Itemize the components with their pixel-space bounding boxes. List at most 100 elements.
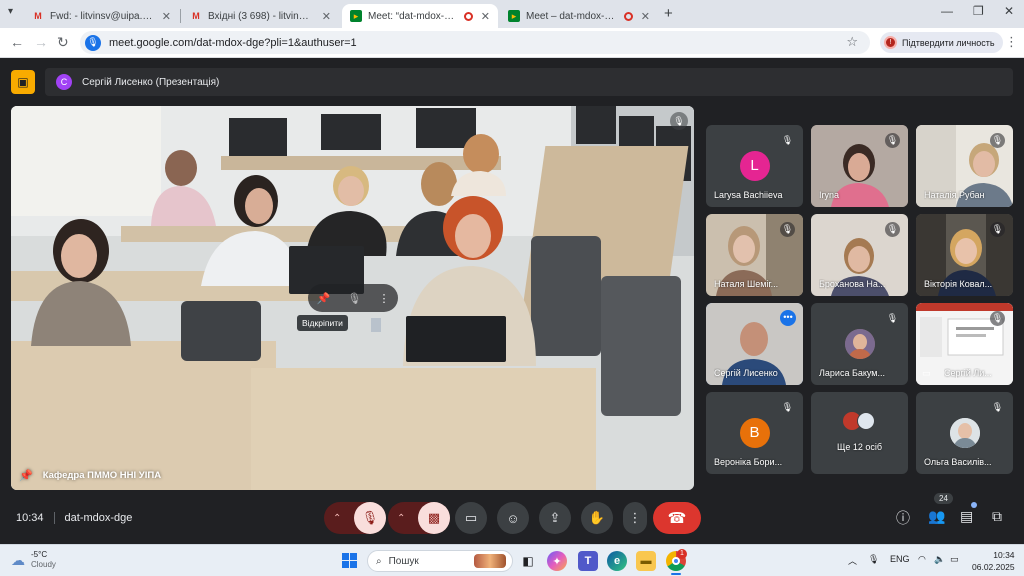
tray-overflow-icon[interactable]: ︿ — [848, 554, 857, 567]
taskbar-clock[interactable]: 10:34 06.02.2025 — [972, 549, 1015, 573]
participant-photo-avatar — [949, 418, 980, 448]
mic-off-icon: 🎙 — [781, 135, 794, 145]
participant-tile[interactable]: 🎙 Iryna — [811, 125, 908, 207]
participant-name: Iryna — [819, 190, 840, 200]
mic-off-button[interactable]: 🎙 — [354, 502, 386, 534]
participant-tile[interactable]: 🎙 Вікторія Ковал... — [916, 214, 1013, 296]
participant-name: Вероніка Бори... — [714, 457, 783, 467]
meeting-time: 10:34 — [16, 512, 44, 524]
presentation-icon[interactable]: ▣ — [11, 70, 35, 94]
back-icon[interactable]: ← — [10, 34, 24, 50]
participant-tile[interactable]: 🎙 Наталія Рубан — [916, 125, 1013, 207]
unpin-icon[interactable]: 📌 — [317, 292, 331, 305]
main-video[interactable]: 🎙 📌 🎙 ⋮ Відкріпити 📌 Кафедра ПММО ННІ УІ… — [11, 106, 694, 490]
mic-off-icon: 🎙 — [885, 222, 900, 237]
tab-title: Meet – dat-mdox-dge — [526, 10, 618, 22]
gmail-icon: M — [34, 11, 42, 21]
close-icon[interactable]: ✕ — [322, 10, 331, 23]
mic-off-icon: 🎙 — [886, 313, 899, 323]
meet-icon: ▸ — [350, 10, 362, 22]
raise-hand-button[interactable]: ✋ — [581, 502, 613, 534]
new-tab-icon[interactable]: + — [664, 5, 673, 22]
edge-icon[interactable]: e — [607, 551, 627, 571]
reload-icon[interactable]: ↻ — [57, 34, 69, 51]
pin-icon: 📌 — [19, 470, 33, 482]
weather-widget[interactable]: ☁ -5°C Cloudy — [11, 550, 56, 570]
presenter-bar: С Сергій Лисенко (Презентація) — [45, 68, 1013, 96]
participant-name: Сергій Ли... — [944, 368, 992, 378]
search-highlight-image — [474, 554, 506, 568]
search-label: Пошук — [388, 555, 419, 567]
mute-icon[interactable]: 🎙 — [347, 292, 361, 305]
close-icon[interactable]: ✕ — [641, 10, 650, 23]
windows-start-icon[interactable] — [342, 553, 357, 568]
meet-icon: ▸ — [508, 10, 520, 22]
more-participants-tile[interactable]: Ще 12 осіб — [811, 392, 908, 474]
close-window-icon[interactable]: ✕ — [1004, 4, 1014, 18]
site-info-icon[interactable]: 🎙 — [85, 34, 101, 51]
tab-meet-active[interactable]: ▸ Meet: “dat-mdox-dge” ✕ — [342, 4, 498, 28]
presenter-avatar: С — [56, 74, 72, 90]
file-explorer-icon[interactable]: ▬ — [636, 551, 656, 571]
clock-time: 10:34 — [993, 550, 1015, 560]
close-icon[interactable]: ✕ — [481, 10, 490, 23]
teams-icon[interactable]: T — [578, 551, 598, 571]
tab-search-icon[interactable]: ▾ — [8, 6, 13, 17]
browser-menu-icon[interactable]: ⋮ — [1005, 34, 1018, 50]
participant-tile[interactable]: 🎙 Наталя Шеміг... — [706, 214, 803, 296]
verify-identity-button[interactable]: ! Підтвердити личность — [880, 32, 1003, 53]
wifi-icon[interactable]: ◠ — [918, 554, 926, 565]
activities-icon[interactable]: ⧉ — [992, 508, 1002, 525]
more-options-icon[interactable]: ••• — [780, 310, 796, 326]
call-end-icon: ☎ — [667, 510, 687, 527]
close-icon[interactable]: ✕ — [162, 10, 171, 23]
participant-tile[interactable]: 🎙 Лариса Бакум... — [811, 303, 908, 385]
taskbar-search[interactable]: ⌕ Пошук — [367, 550, 513, 572]
emoji-button[interactable]: ☺ — [497, 502, 529, 534]
video-options-chevron-icon[interactable]: ⌃ — [397, 513, 405, 524]
audio-options-chevron-icon[interactable]: ⌃ — [333, 513, 341, 524]
captions-button[interactable]: ▭ — [455, 502, 487, 534]
meeting-code: dat-mdox-dge — [64, 512, 133, 524]
tab-title: Fwd: - litvinsv@uipa.edu.ua - n — [50, 10, 154, 22]
meet-stage: ▣ С Сергій Лисенко (Презентація) 🎙 📌 🎙 ⋮… — [0, 58, 1024, 544]
mic-off-icon: 🎙 — [990, 222, 1005, 237]
microphone-tray-icon[interactable]: 🎙 — [868, 554, 879, 565]
copilot-icon[interactable]: ✦ — [547, 551, 567, 571]
leave-call-button[interactable]: ☎ — [653, 502, 701, 534]
language-indicator[interactable]: ENG — [890, 554, 910, 564]
video-controls: ⌃ ▩ — [388, 502, 450, 534]
main-video-caption: 📌 Кафедра ПММО ННІ УІПА — [19, 469, 161, 482]
participant-tile[interactable]: 🎙 Ольга Василів... — [916, 392, 1013, 474]
unpin-tooltip: Відкріпити — [297, 315, 348, 331]
bookmark-star-icon[interactable]: ☆ — [846, 34, 858, 50]
more-options-button[interactable]: ⋮ — [623, 502, 647, 534]
participant-tile[interactable]: L 🎙 Larysa Bachiieva — [706, 125, 803, 207]
active-app-indicator — [671, 573, 681, 575]
more-options-icon[interactable]: ⋮ — [378, 292, 389, 305]
battery-icon[interactable]: ▭ — [950, 554, 959, 565]
task-view-icon[interactable]: ◧ — [518, 551, 538, 571]
participant-tile[interactable]: ••• Сергій Лисенко — [706, 303, 803, 385]
meeting-info-icon[interactable]: ⓘ — [896, 508, 910, 528]
restore-icon[interactable]: ❐ — [973, 4, 984, 18]
participant-tile[interactable]: 🎙 ▭ Сергій Ли... — [916, 303, 1013, 385]
more-participants-label: Ще 12 осіб — [836, 442, 883, 452]
address-bar[interactable]: 🎙 meet.google.com/dat-mdox-dge?pli=1&aut… — [80, 31, 870, 54]
participant-tile[interactable]: 🎙 Броханова На... — [811, 214, 908, 296]
minimize-icon[interactable]: — — [941, 4, 953, 18]
people-icon[interactable]: 👥 — [928, 508, 945, 525]
forward-icon[interactable]: → — [34, 34, 48, 50]
tab-meet-second[interactable]: ▸ Meet – dat-mdox-dge ✕ — [500, 4, 658, 28]
tab-gmail-inbox[interactable]: M Вхідні (3 698) - litvinov@uipa.e ✕ — [182, 4, 339, 28]
mic-off-icon: 🎙 — [781, 402, 794, 412]
mic-off-icon: 🎙 — [991, 402, 1004, 412]
participant-tile[interactable]: В 🎙 Вероніка Бори... — [706, 392, 803, 474]
tab-gmail-fwd[interactable]: M Fwd: - litvinsv@uipa.edu.ua - n ✕ — [24, 4, 179, 28]
volume-icon[interactable]: 🔈 — [934, 554, 945, 565]
chat-icon[interactable]: ▤ — [960, 508, 973, 525]
camera-off-button[interactable]: ▩ — [418, 502, 450, 534]
mic-off-icon: 🎙 — [670, 112, 688, 130]
present-button[interactable]: ⇪ — [539, 502, 571, 534]
weather-temp: -5°C — [31, 550, 48, 559]
